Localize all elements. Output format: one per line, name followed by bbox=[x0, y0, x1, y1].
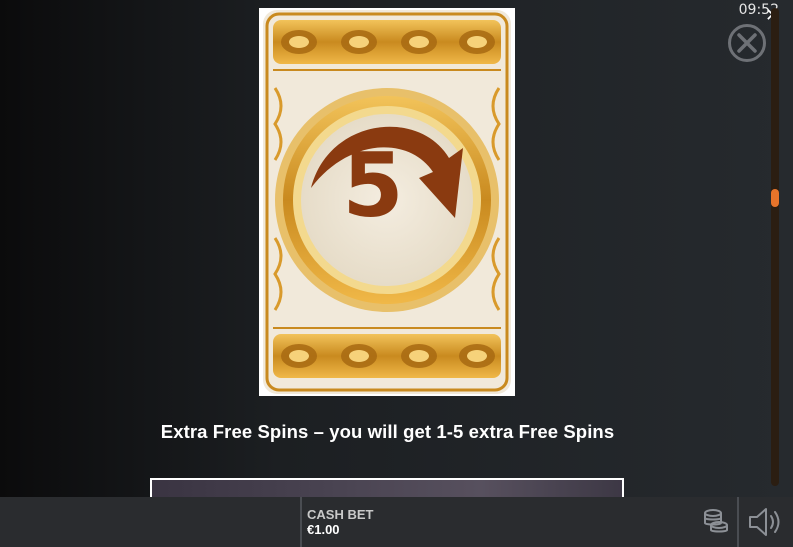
next-feature-image bbox=[150, 478, 624, 498]
scrollbar-track[interactable] bbox=[771, 8, 779, 486]
card-number: 5 bbox=[342, 134, 404, 237]
divider bbox=[737, 497, 739, 547]
divider bbox=[300, 497, 302, 547]
cash-bet-value: €1.00 bbox=[307, 522, 340, 537]
coins-stack-icon[interactable] bbox=[703, 508, 729, 536]
cash-bet-label: CASH BET bbox=[307, 507, 374, 522]
speaker-icon[interactable] bbox=[746, 506, 786, 538]
bottom-bar: CASH BET €1.00 bbox=[0, 497, 793, 547]
scrollbar-thumb[interactable] bbox=[771, 189, 779, 207]
feature-description: Extra Free Spins – you will get 1-5 extr… bbox=[160, 421, 615, 442]
close-circle-icon[interactable] bbox=[728, 24, 766, 62]
extra-free-spins-card: 5 bbox=[259, 8, 515, 396]
